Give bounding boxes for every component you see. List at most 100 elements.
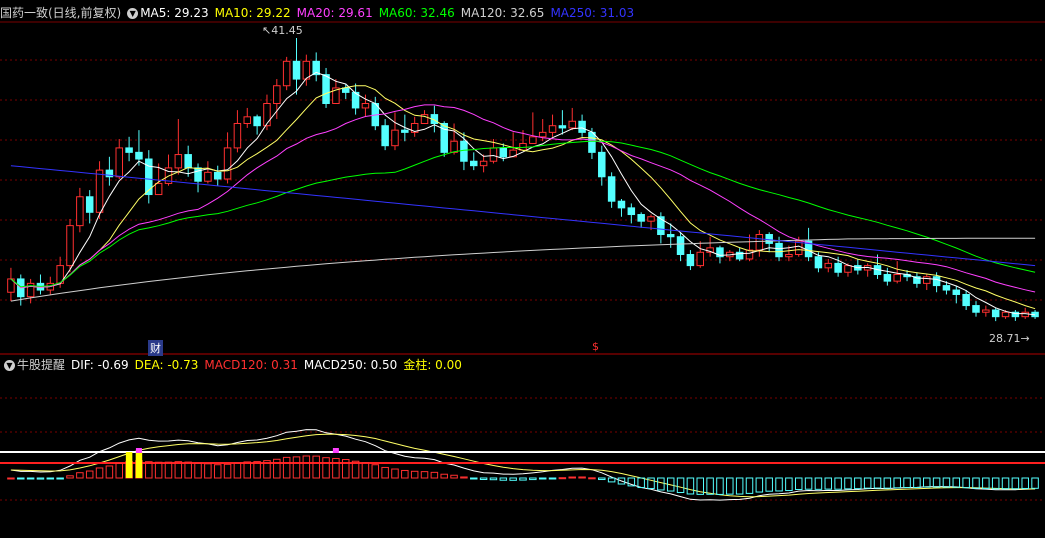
candle-body xyxy=(952,289,961,295)
macd-bar xyxy=(253,461,261,479)
ma-legend: MA5: 29.23 MA10: 29.22 MA20: 29.61 MA60: 32… xyxy=(140,6,640,20)
macd-bar xyxy=(588,477,596,480)
macd-bar xyxy=(243,461,252,479)
indicator-legend-item-3: MACD250: 0.50 xyxy=(303,358,398,372)
macd-bar xyxy=(903,477,911,489)
ma-legend-item-3: MA60: 32.46 xyxy=(378,6,455,20)
candle-body xyxy=(647,216,655,222)
macd-bar xyxy=(450,474,458,479)
candle-body xyxy=(824,262,833,269)
macd-bar xyxy=(607,477,616,483)
ma10-line xyxy=(10,85,1036,310)
macd-bar xyxy=(804,477,813,490)
macd-bar xyxy=(223,463,232,479)
ma5-line xyxy=(10,71,1036,316)
macd-bar xyxy=(863,477,872,489)
low-price-label: 28.71→ xyxy=(989,332,1030,345)
macd-bar xyxy=(105,465,114,479)
macd-bar xyxy=(410,470,419,479)
chevron-down-icon[interactable]: ▼ xyxy=(127,8,139,19)
candle-body xyxy=(154,182,163,196)
candle-body xyxy=(529,136,537,144)
candle-body xyxy=(194,167,202,182)
candle-body xyxy=(85,196,94,213)
candle-body xyxy=(607,176,616,202)
macd-bar xyxy=(145,461,153,479)
macd-bar xyxy=(115,462,123,479)
macd-bar xyxy=(66,475,74,479)
candle-body xyxy=(145,158,153,196)
kline-chart-panel[interactable]: 国药一致(日线,前复权) ▼ MA5: 29.23 MA10: 29.22 MA20: … xyxy=(0,0,1045,535)
sub-chart-header: ▼ 牛股提醒 DIF: -0.69 DEA: -0.73 MACD120: 0.31 MA… xyxy=(0,356,470,374)
macd-bar xyxy=(7,477,15,480)
macd-bar xyxy=(381,466,389,479)
stock-title: 国药一致(日线,前复权) xyxy=(0,6,122,20)
macd-bar xyxy=(1021,477,1029,489)
macd-bar xyxy=(686,477,695,495)
macd-bar xyxy=(371,464,380,479)
macd-bar xyxy=(952,477,961,488)
macd-bar xyxy=(184,461,192,479)
ma-legend-item-0: MA5: 29.23 xyxy=(140,6,209,20)
macd-bar xyxy=(292,456,301,479)
macd-bar xyxy=(637,477,645,489)
chevron-down-icon[interactable]: ▼ xyxy=(4,360,15,371)
indicator-legend-item-0: DIF: -0.69 xyxy=(71,358,129,372)
candle-body xyxy=(1021,311,1029,318)
candle-body xyxy=(627,207,636,216)
candle-body xyxy=(76,196,84,227)
macd-bar xyxy=(519,477,527,481)
candle-body xyxy=(243,116,252,124)
macd-bar xyxy=(26,477,35,480)
macd-bar xyxy=(913,477,921,489)
macd-bar xyxy=(558,477,567,480)
macd-bar xyxy=(322,457,330,479)
candle-body xyxy=(263,103,271,127)
candle-body xyxy=(460,140,468,162)
macd-bar xyxy=(735,477,744,495)
macd-bar xyxy=(1011,477,1020,490)
candle-body xyxy=(834,262,842,273)
candle-body xyxy=(135,151,143,160)
macd-bar xyxy=(834,477,842,490)
macd-bar xyxy=(982,477,990,489)
candle-body xyxy=(125,147,133,153)
candle-body xyxy=(233,122,242,149)
ma-legend-item-5: MA250: 31.03 xyxy=(550,6,635,20)
candle-body xyxy=(893,273,901,282)
macd-bar xyxy=(204,463,212,479)
high-price-label: ↖41.45 xyxy=(262,24,303,37)
candle-body xyxy=(765,234,773,244)
macd-bar xyxy=(489,477,498,481)
macd-bar xyxy=(844,477,852,490)
candle-body xyxy=(470,160,478,167)
candle-body xyxy=(213,171,222,180)
macd-bar xyxy=(529,477,537,481)
candle-body xyxy=(844,265,852,273)
macd-bar xyxy=(440,473,448,479)
chart-canvas[interactable] xyxy=(0,0,1045,535)
macd-bar xyxy=(85,470,94,479)
signal-marker xyxy=(135,448,142,453)
macd-bar xyxy=(36,477,45,480)
macd-bar xyxy=(657,477,665,491)
macd-bar xyxy=(17,477,25,480)
finance-event-marker[interactable]: 财 xyxy=(148,340,163,356)
candle-body xyxy=(588,131,596,153)
candle-body xyxy=(696,251,705,267)
macd-bar xyxy=(460,476,468,479)
candle-body xyxy=(174,154,183,169)
macd-bar xyxy=(873,477,882,489)
macd-bar xyxy=(598,477,606,481)
dividend-event-marker[interactable]: $ xyxy=(592,340,599,353)
candle-body xyxy=(785,254,793,258)
macd-bar xyxy=(430,471,439,479)
candle-body xyxy=(578,120,586,133)
macd-bar xyxy=(883,477,892,489)
macd-bar xyxy=(785,477,793,492)
macd-bar xyxy=(755,477,764,493)
macd-bar xyxy=(893,477,901,489)
macd-bar xyxy=(95,467,104,479)
candle-body xyxy=(962,293,970,307)
candle-body xyxy=(391,129,399,147)
